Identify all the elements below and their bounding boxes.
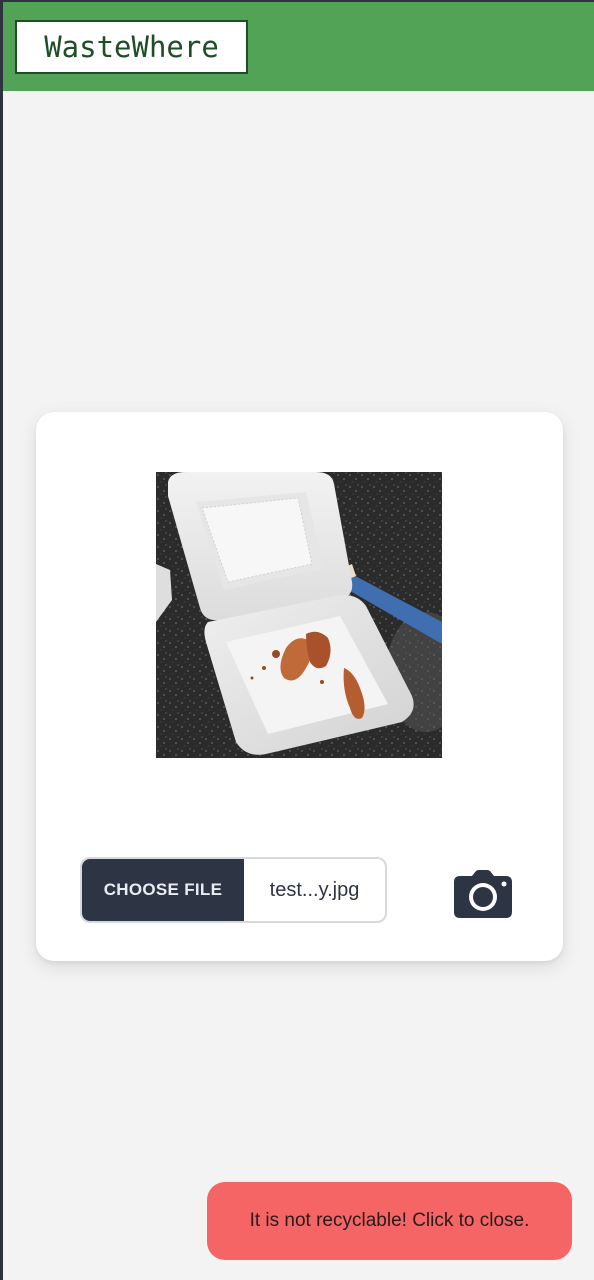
result-toast[interactable]: It is not recyclable! Click to close. [207, 1182, 572, 1260]
camera-button[interactable] [454, 870, 512, 918]
preview-photo [156, 472, 442, 758]
file-upload-input[interactable]: CHOOSE FILE test...y.jpg [80, 857, 387, 923]
top-bar: WasteWhere [3, 2, 594, 91]
image-preview [156, 472, 442, 758]
logo-text: WasteWhere [44, 30, 219, 64]
choose-file-button[interactable]: CHOOSE FILE [82, 859, 244, 921]
toast-message: It is not recyclable! Click to close. [249, 1210, 530, 1231]
app-viewport: WasteWhere CHOOSE FILE test...y.jpg It i… [3, 2, 594, 1280]
camera-icon [454, 870, 512, 918]
selected-file-name: test...y.jpg [269, 878, 360, 901]
upload-card: CHOOSE FILE test...y.jpg [36, 412, 563, 961]
logo[interactable]: WasteWhere [15, 20, 248, 74]
